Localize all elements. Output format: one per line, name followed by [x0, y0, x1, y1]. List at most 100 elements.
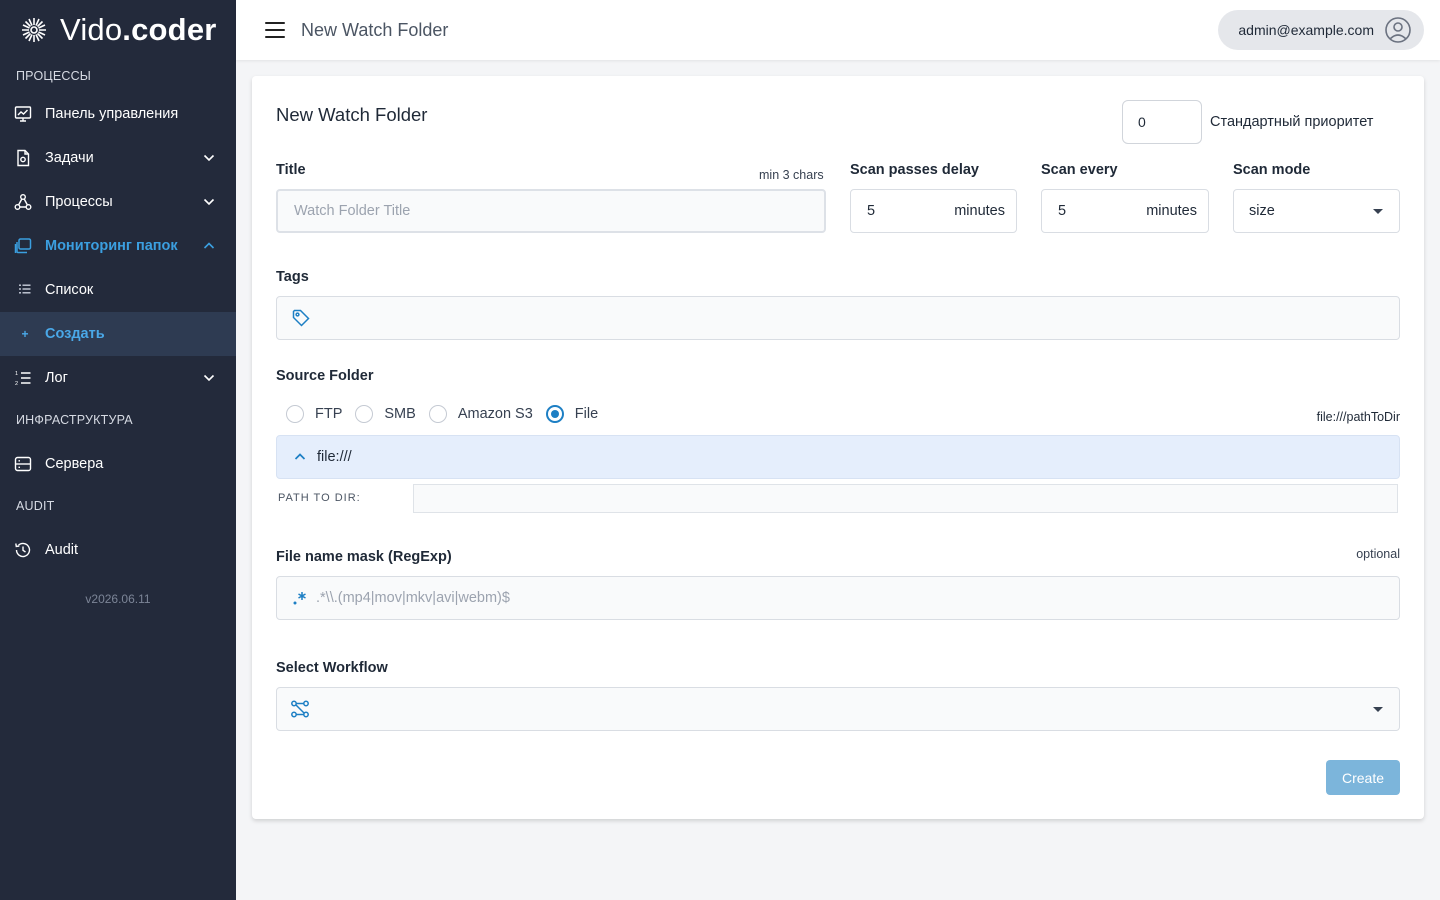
- svg-text:1: 1: [15, 371, 18, 377]
- sidebar-item-label: Сервера: [45, 456, 104, 472]
- chevron-down-icon: [203, 154, 215, 162]
- tag-icon: [292, 309, 310, 327]
- svg-text:2: 2: [15, 381, 18, 387]
- chevron-up-icon: [294, 453, 306, 460]
- source-option-amazon-s3[interactable]: Amazon S3: [428, 405, 533, 423]
- sidebar-item-label: Audit: [45, 542, 79, 558]
- section-title-infrastructure: ИНФРАСТРУКТУРА: [16, 413, 133, 427]
- scan-delay-value: 5: [867, 203, 876, 219]
- dropdown-caret-icon: [1373, 209, 1383, 214]
- sidebar-item-dashboard[interactable]: Панель управления: [0, 92, 236, 136]
- folders-icon: [14, 237, 32, 255]
- radio-label: Amazon S3: [457, 406, 533, 422]
- source-option-smb[interactable]: SMB: [355, 405, 416, 423]
- network-nodes-icon: [14, 193, 32, 211]
- section-title-audit: AUDIT: [16, 499, 55, 513]
- radio-button[interactable]: [355, 405, 374, 423]
- workflow-icon: [291, 700, 309, 718]
- form-title: New Watch Folder: [276, 104, 428, 125]
- sidebar-item-label: Лог: [45, 370, 68, 386]
- file-prefix: file:///: [317, 449, 352, 465]
- radio-label: File: [574, 406, 599, 422]
- scan-mode-label: Scan mode: [1233, 162, 1311, 178]
- radio-label: SMB: [384, 406, 416, 422]
- radio-button-checked[interactable]: [545, 405, 564, 423]
- priority-input[interactable]: 0: [1122, 100, 1202, 144]
- radio-label: FTP: [315, 406, 343, 422]
- scan-every-unit: minutes: [1146, 203, 1197, 219]
- sidebar-subitem-label: Список: [45, 282, 94, 298]
- app-version: v2026.06.11: [85, 592, 151, 606]
- title-label: Title: [276, 162, 306, 178]
- source-option-file[interactable]: File: [545, 405, 599, 423]
- radio-button[interactable]: [428, 405, 447, 423]
- create-button[interactable]: Create: [1326, 760, 1400, 795]
- scan-every-label: Scan every: [1041, 162, 1118, 178]
- monitor-chart-icon: [14, 105, 32, 123]
- sidebar-item-label: Задачи: [45, 150, 94, 166]
- sidebar-item-audit[interactable]: Audit: [0, 528, 236, 572]
- sidebar-subitem-create[interactable]: + Создать: [0, 312, 236, 356]
- list-icon: [18, 283, 32, 297]
- scan-delay-unit: minutes: [954, 203, 1005, 219]
- file-mask-label: File name mask (RegExp): [276, 549, 452, 565]
- numbered-list-icon: 12: [14, 369, 32, 387]
- scan-delay-input[interactable]: 5 minutes: [850, 189, 1017, 233]
- scan-delay-label: Scan passes delay: [850, 162, 979, 178]
- scan-every-input[interactable]: 5 minutes: [1041, 189, 1209, 233]
- path-to-dir-label: PATH TO DIR:: [278, 492, 361, 504]
- logo-icon: [22, 18, 46, 42]
- file-source-accordion[interactable]: file:///: [276, 435, 1400, 479]
- task-file-icon: [14, 149, 32, 167]
- watch-folder-form-card: New Watch Folder 0 Стандартный приоритет…: [252, 76, 1424, 819]
- file-mask-placeholder: .*\\.(mp4|mov|mkv|avi|webm)$: [316, 590, 510, 606]
- brand-logo[interactable]: Vido.coder: [0, 0, 236, 60]
- regex-icon: [293, 592, 306, 605]
- user-email: admin@example.com: [1238, 22, 1374, 38]
- chevron-down-icon: [203, 374, 215, 382]
- source-type-radio-group: FTP SMB Amazon S3 File: [286, 405, 611, 423]
- workflow-select[interactable]: [276, 687, 1400, 731]
- top-header: New Watch Folder admin@example.com: [236, 0, 1440, 60]
- scan-mode-value: size: [1249, 203, 1275, 219]
- server-icon: [14, 455, 32, 473]
- sidebar-item-folder-monitoring[interactable]: Мониторинг папок: [0, 224, 236, 268]
- page-title: New Watch Folder: [301, 19, 449, 40]
- scan-mode-select[interactable]: size: [1233, 189, 1400, 233]
- scan-every-value: 5: [1058, 203, 1067, 219]
- title-placeholder: Watch Folder Title: [294, 203, 411, 219]
- sidebar-item-label: Процессы: [45, 194, 113, 210]
- sidebar-item-label: Панель управления: [45, 106, 179, 122]
- menu-toggle-icon[interactable]: [265, 22, 285, 38]
- sidebar-item-tasks[interactable]: Задачи: [0, 136, 236, 180]
- user-avatar-icon: [1385, 17, 1411, 43]
- source-option-ftp[interactable]: FTP: [286, 405, 342, 423]
- source-folder-label: Source Folder: [276, 368, 374, 384]
- tags-input[interactable]: [276, 296, 1400, 340]
- sidebar-subitem-label: Создать: [45, 326, 105, 342]
- sidebar-item-processes[interactable]: Процессы: [0, 180, 236, 224]
- brand-name: Vido.coder: [60, 12, 217, 47]
- priority-label: Стандартный приоритет: [1210, 114, 1374, 130]
- plus-icon: +: [21, 327, 29, 341]
- chevron-down-icon: [203, 198, 215, 206]
- section-title-processes: ПРОЦЕССЫ: [16, 69, 92, 83]
- workflow-label: Select Workflow: [276, 660, 388, 676]
- user-menu-button[interactable]: admin@example.com: [1218, 10, 1424, 50]
- file-mask-hint: optional: [1356, 547, 1400, 561]
- history-icon: [14, 541, 32, 559]
- sidebar: Vido.coder ПРОЦЕССЫ Панель управления За…: [0, 0, 236, 900]
- path-to-dir-input[interactable]: [413, 484, 1398, 513]
- dropdown-caret-icon: [1373, 707, 1383, 712]
- title-input[interactable]: Watch Folder Title: [276, 189, 826, 233]
- tags-label: Tags: [276, 269, 309, 285]
- sidebar-item-label: Мониторинг папок: [45, 238, 178, 254]
- radio-button[interactable]: [286, 405, 304, 423]
- file-mask-input[interactable]: .*\\.(mp4|mov|mkv|avi|webm)$: [276, 576, 1400, 620]
- title-hint: min 3 chars: [759, 168, 824, 182]
- sidebar-subitem-list[interactable]: Список: [0, 268, 236, 312]
- sidebar-item-log[interactable]: 12 Лог: [0, 356, 236, 400]
- sidebar-item-servers[interactable]: Сервера: [0, 442, 236, 486]
- chevron-up-icon: [203, 242, 215, 249]
- priority-value: 0: [1138, 114, 1146, 130]
